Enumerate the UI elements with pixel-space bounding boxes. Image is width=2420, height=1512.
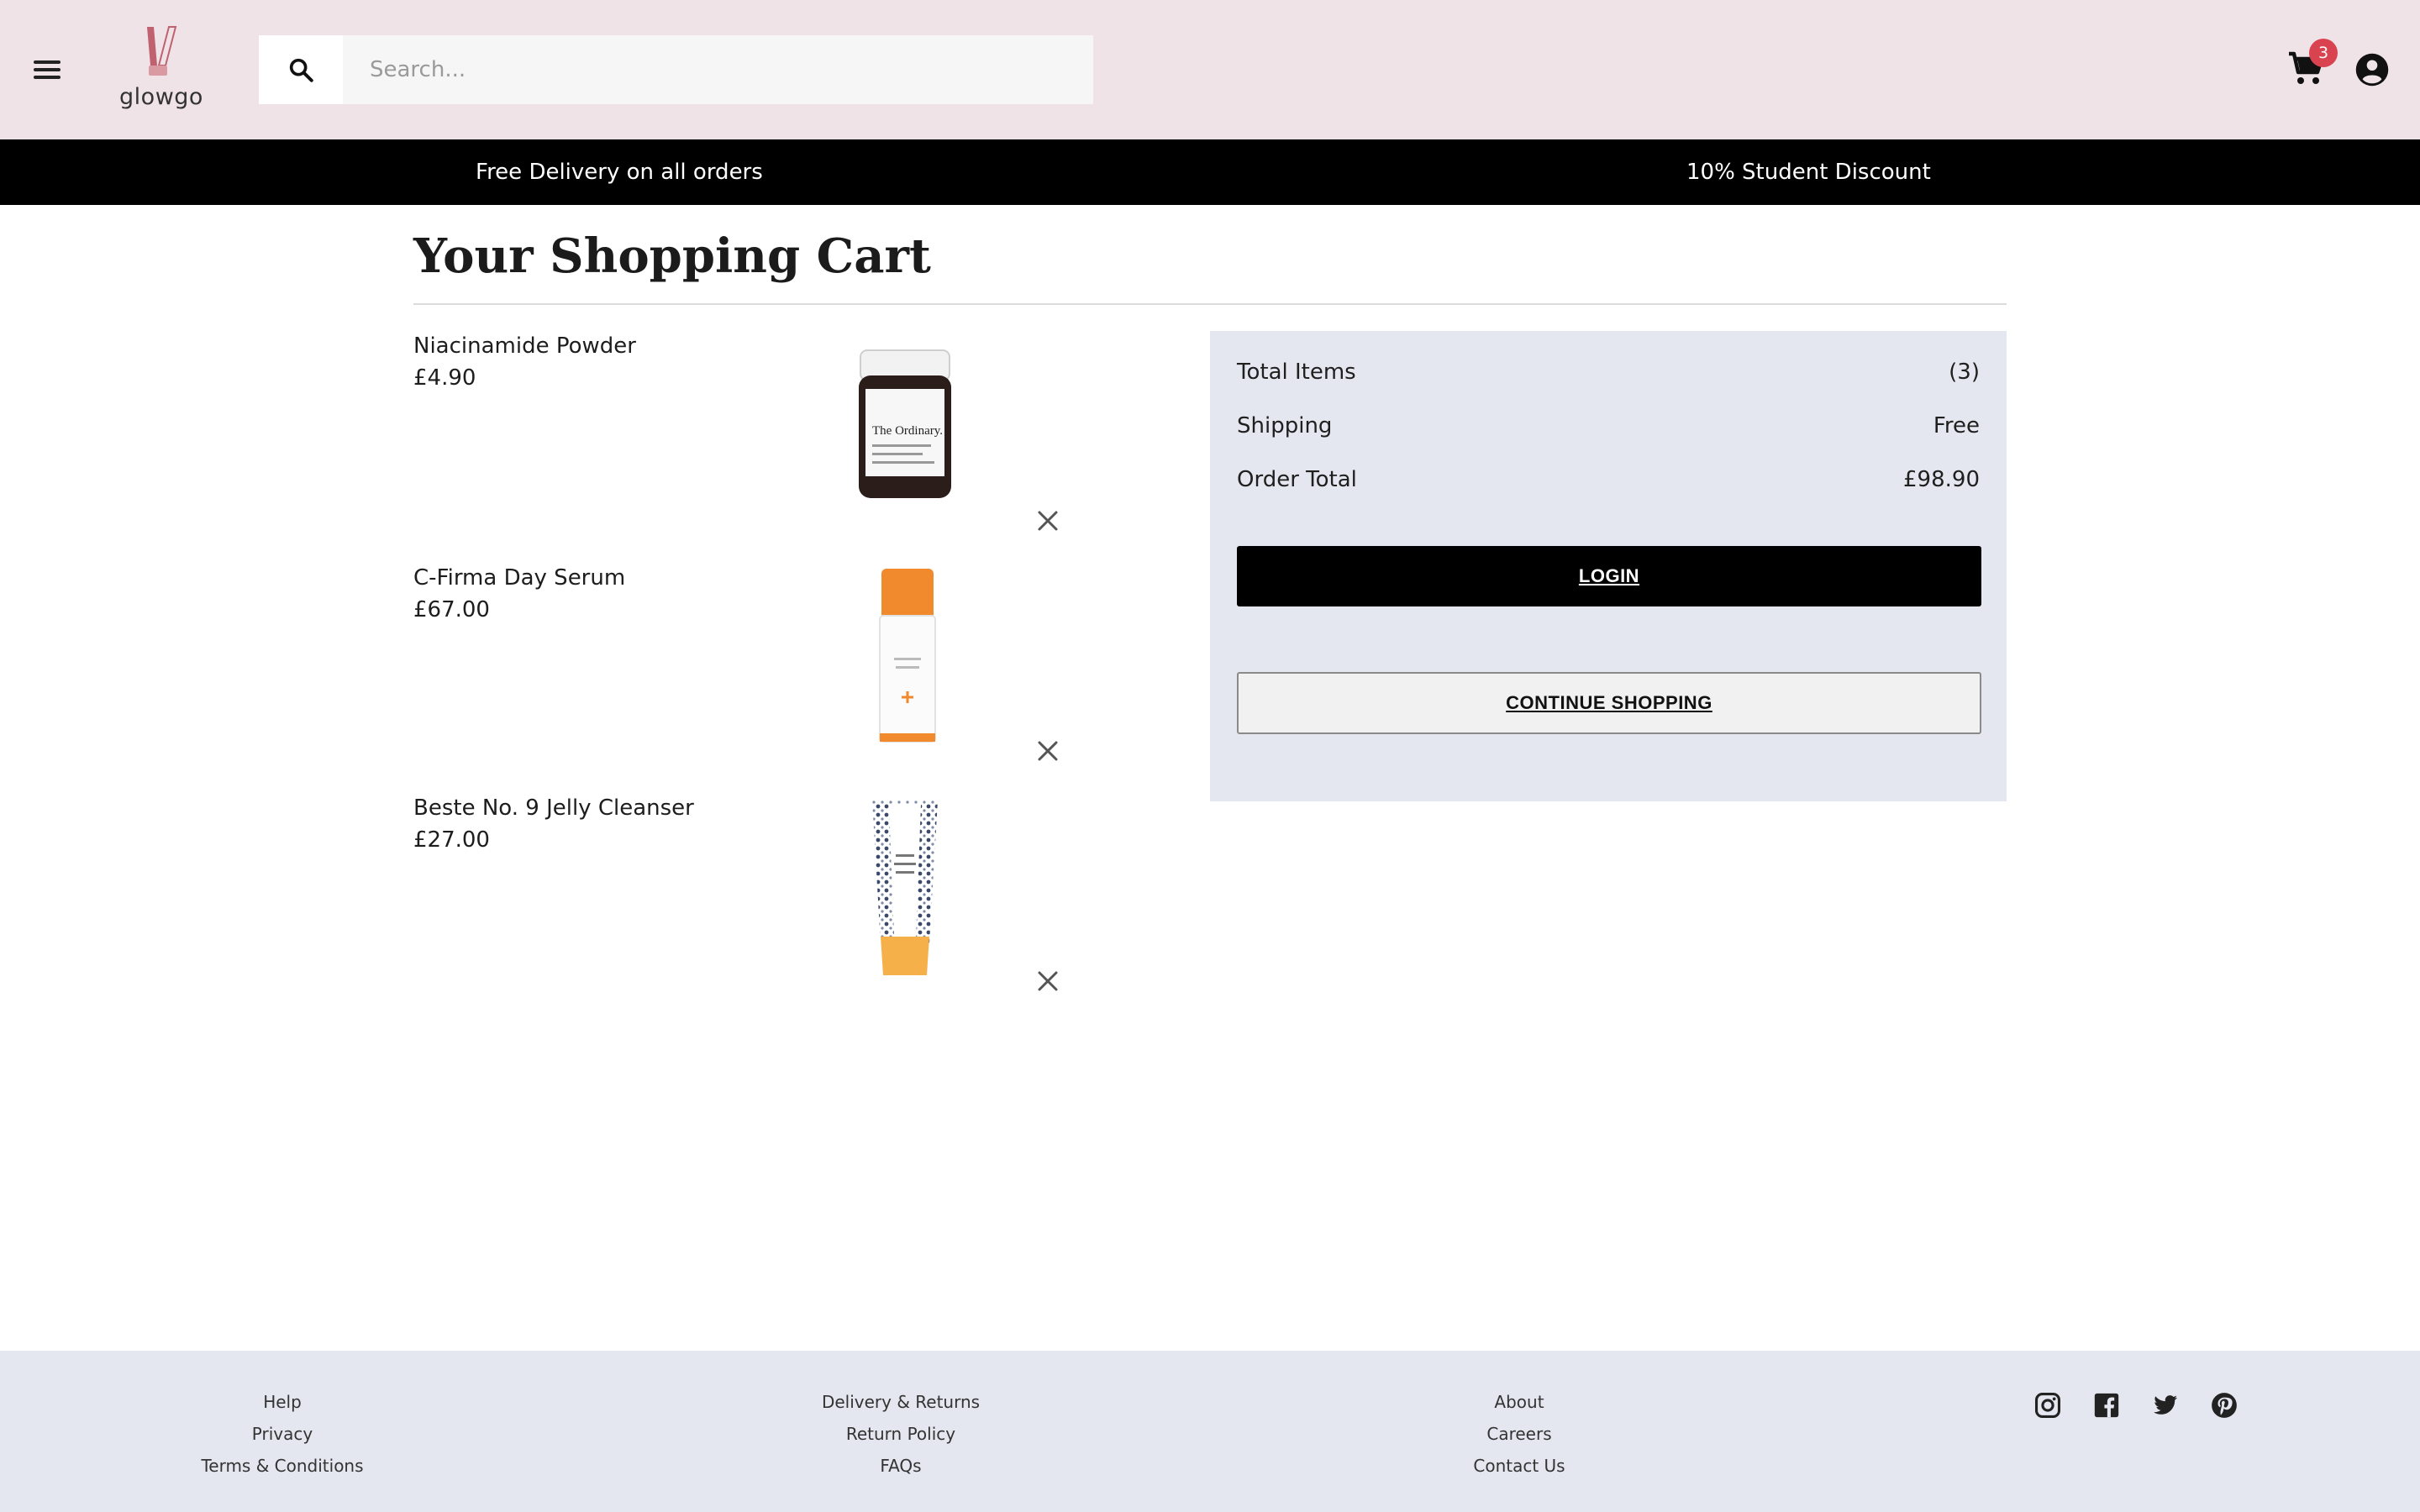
site-header: glowgo 3 xyxy=(0,0,2420,139)
cart-count-badge: 3 xyxy=(2309,39,2338,67)
footer-link-help[interactable]: Help xyxy=(131,1386,434,1418)
product-image-niacinamide[interactable]: The Ordinary. xyxy=(842,333,968,510)
logo-text: glowgo xyxy=(119,84,203,110)
item-price: £27.00 xyxy=(413,827,490,853)
footer-column-help: Help Privacy Terms & Conditions xyxy=(131,1386,434,1482)
remove-item-close-icon[interactable] xyxy=(1035,738,1060,764)
promo-free-delivery: Free Delivery on all orders xyxy=(476,160,763,185)
site-footer: Help Privacy Terms & Conditions Delivery… xyxy=(0,1351,2420,1512)
total-items-value: (3) xyxy=(1949,360,1980,385)
product-image-c-firma[interactable] xyxy=(842,565,968,743)
item-name[interactable]: Niacinamide Powder xyxy=(413,333,636,359)
item-price: £4.90 xyxy=(413,365,476,391)
footer-link-about[interactable]: About xyxy=(1368,1386,1670,1418)
order-total-label: Order Total xyxy=(1237,467,1357,492)
cart-item: Beste No. 9 Jelly Cleanser £27.00 xyxy=(413,795,1086,1022)
promo-bar: Free Delivery on all orders 10% Student … xyxy=(0,139,2420,205)
remove-item-close-icon[interactable] xyxy=(1035,508,1060,533)
twitter-icon[interactable] xyxy=(2151,1391,2180,1420)
search-input[interactable] xyxy=(343,35,1093,104)
login-button[interactable]: LOGIN xyxy=(1237,546,1981,606)
footer-column-delivery: Delivery & Returns Return Policy FAQs xyxy=(750,1386,1052,1482)
account-icon[interactable] xyxy=(2354,52,2390,87)
footer-link-careers[interactable]: Careers xyxy=(1368,1418,1670,1450)
summary-total-items-row: Total Items (3) xyxy=(1237,360,1980,390)
facebook-icon[interactable] xyxy=(2092,1391,2121,1420)
order-summary-panel: Total Items (3) Shipping Free Order Tota… xyxy=(1210,331,2007,801)
total-items-label: Total Items xyxy=(1237,360,1356,385)
logo-tube-icon xyxy=(147,26,177,76)
jar-brand-text: The Ordinary. xyxy=(872,424,943,438)
shipping-label: Shipping xyxy=(1237,413,1333,438)
search-bar xyxy=(259,35,1093,104)
item-name[interactable]: Beste No. 9 Jelly Cleanser xyxy=(413,795,694,821)
promo-student-discount: 10% Student Discount xyxy=(1686,160,1931,185)
continue-shopping-button[interactable]: CONTINUE SHOPPING xyxy=(1237,672,1981,734)
pinterest-icon[interactable] xyxy=(2210,1391,2238,1420)
summary-shipping-row: Shipping Free xyxy=(1237,413,1980,444)
social-links xyxy=(2033,1391,2238,1420)
footer-link-delivery-returns[interactable]: Delivery & Returns xyxy=(750,1386,1052,1418)
cart-item: C-Firma Day Serum £67.00 xyxy=(413,565,1086,792)
product-image-jelly-cleanser[interactable] xyxy=(842,795,968,975)
page-title: Your Shopping Cart xyxy=(413,228,931,284)
item-price: £67.00 xyxy=(413,597,490,622)
instagram-icon[interactable] xyxy=(2033,1391,2062,1420)
shipping-value: Free xyxy=(1933,413,1980,438)
footer-link-return-policy[interactable]: Return Policy xyxy=(750,1418,1052,1450)
footer-link-faqs[interactable]: FAQs xyxy=(750,1450,1052,1482)
summary-order-total-row: Order Total £98.90 xyxy=(1237,467,1980,497)
search-icon[interactable] xyxy=(259,35,343,104)
cart-item: Niacinamide Powder £4.90 The Ordinary. xyxy=(413,333,1086,560)
footer-link-contact[interactable]: Contact Us xyxy=(1368,1450,1670,1482)
footer-link-privacy[interactable]: Privacy xyxy=(131,1418,434,1450)
hamburger-menu-icon[interactable] xyxy=(32,57,62,82)
footer-link-terms[interactable]: Terms & Conditions xyxy=(131,1450,434,1482)
item-name[interactable]: C-Firma Day Serum xyxy=(413,565,625,591)
order-total-value: £98.90 xyxy=(1903,467,1980,492)
site-logo[interactable]: glowgo xyxy=(111,24,212,116)
remove-item-close-icon[interactable] xyxy=(1035,969,1060,994)
footer-column-about: About Careers Contact Us xyxy=(1368,1386,1670,1482)
title-divider xyxy=(413,303,2007,305)
